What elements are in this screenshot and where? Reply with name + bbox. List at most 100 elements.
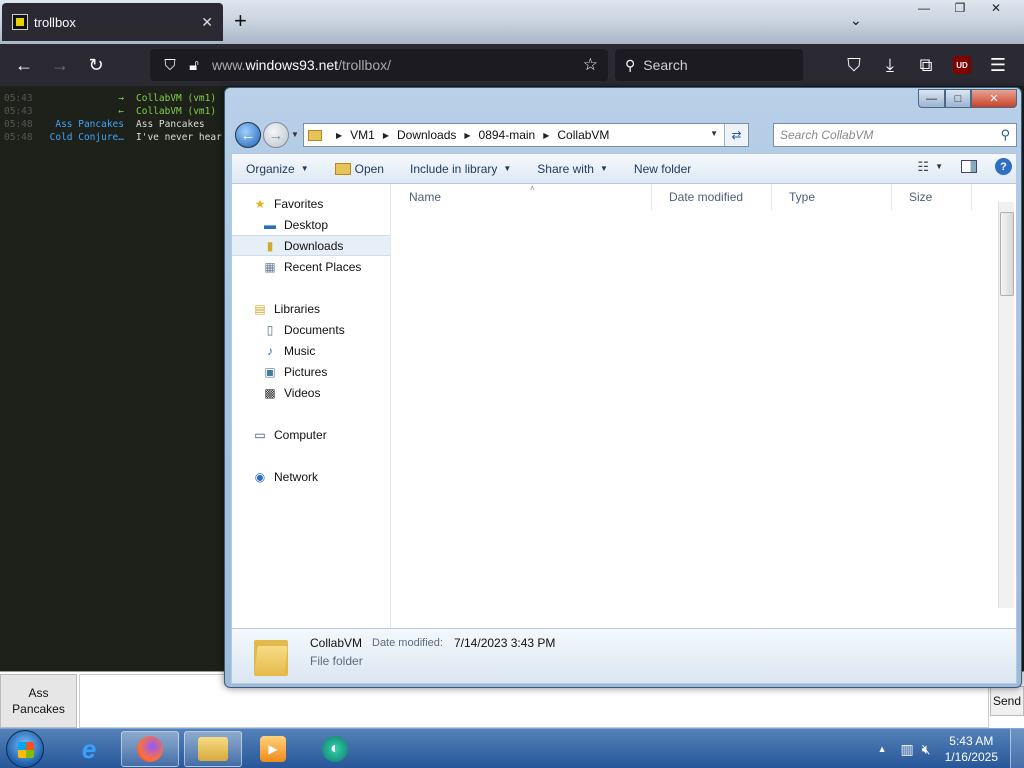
include-in-library-menu[interactable]: Include in library ▼ bbox=[396, 154, 523, 183]
browser-tab[interactable]: trollbox ✕ bbox=[2, 3, 223, 41]
shield-icon[interactable]: ⛉ bbox=[158, 57, 182, 74]
browser-close-button[interactable]: ✕ bbox=[978, 0, 1014, 18]
open-button[interactable]: Open bbox=[321, 154, 396, 183]
lock-icon[interactable]: 🔓︎ bbox=[182, 57, 206, 74]
network-tray-icon[interactable]: ▥ bbox=[901, 741, 914, 758]
organize-label: Organize bbox=[246, 161, 295, 176]
message-nick[interactable]: → bbox=[118, 92, 124, 105]
ublock-button[interactable]: UD bbox=[944, 49, 980, 81]
explorer-search-input[interactable]: Search CollabVM ⚲ bbox=[773, 123, 1017, 147]
nav-computer[interactable]: ▭ Computer bbox=[232, 424, 390, 445]
address-dropdown-icon[interactable]: ▼ bbox=[710, 129, 718, 138]
nav-libraries[interactable]: ▤ Libraries bbox=[232, 298, 390, 319]
url-bar[interactable]: ⛉ 🔓︎ www.windows93.net/trollbox/ ☆ bbox=[150, 49, 608, 81]
breadcrumb-chevron-icon[interactable]: ▶ bbox=[336, 131, 342, 140]
organize-menu[interactable]: Organize ▼ bbox=[232, 154, 321, 183]
pocket-icon[interactable]: ⛉ bbox=[836, 49, 872, 81]
vertical-scrollbar[interactable] bbox=[998, 202, 1014, 608]
taskbar-windows-explorer[interactable] bbox=[184, 731, 242, 767]
nav-downloads[interactable]: ▮ Downloads bbox=[232, 235, 390, 256]
explorer-forward-button[interactable]: → bbox=[263, 122, 289, 148]
explorer-body: ★ Favorites ▬ Desktop ▮ Downloads ▦ Rece… bbox=[231, 184, 1017, 628]
nav-label: Documents bbox=[284, 322, 345, 337]
nav-videos[interactable]: ▩ Videos bbox=[232, 382, 390, 403]
browser-toolbar: ← → ↻ ⛉ 🔓︎ www.windows93.net/trollbox/ ☆… bbox=[0, 44, 1024, 86]
breadcrumb-0894-main[interactable]: 0894-main bbox=[479, 128, 536, 142]
back-button[interactable]: ← bbox=[6, 49, 42, 81]
nav-documents[interactable]: ▯ Documents bbox=[232, 319, 390, 340]
address-bar[interactable]: ▶ VM1 ▶ Downloads ▶ 0894-main ▶ CollabVM… bbox=[303, 123, 749, 147]
tab-list-chevron-icon[interactable]: ⌄ bbox=[850, 12, 862, 29]
explorer-minimize-button[interactable]: — bbox=[918, 89, 945, 108]
message-time: 05:48 bbox=[4, 119, 33, 130]
extensions-icon[interactable]: ⧉ bbox=[908, 49, 944, 81]
message-nick[interactable]: Ass Pancakes bbox=[55, 118, 124, 131]
network-icon: ◉ bbox=[254, 469, 266, 484]
taskbar-app[interactable]: ◐ bbox=[306, 731, 364, 767]
chevron-down-icon: ▼ bbox=[503, 164, 512, 173]
hamburger-menu-icon[interactable]: ☰ bbox=[980, 49, 1016, 81]
explorer-back-button[interactable]: ← bbox=[235, 122, 261, 148]
open-folder-icon bbox=[334, 162, 351, 175]
volume-muted-icon[interactable]: 🔇︎ bbox=[922, 741, 931, 758]
internet-explorer-icon: e bbox=[81, 733, 97, 764]
preview-pane-icon[interactable] bbox=[961, 160, 977, 173]
scrollbar-thumb[interactable] bbox=[1000, 212, 1014, 296]
nav-music[interactable]: ♪ Music bbox=[232, 340, 390, 361]
nav-pictures[interactable]: ▣ Pictures bbox=[232, 361, 390, 382]
nav-recent-places[interactable]: ▦ Recent Places bbox=[232, 256, 390, 277]
nav-desktop[interactable]: ▬ Desktop bbox=[232, 214, 390, 235]
breadcrumb-chevron-icon[interactable]: ▶ bbox=[543, 131, 549, 140]
explorer-maximize-button[interactable]: □ bbox=[945, 89, 971, 108]
windows-logo-icon bbox=[18, 742, 34, 758]
music-icon: ♪ bbox=[267, 343, 273, 358]
view-options-dropdown-icon[interactable]: ▼ bbox=[935, 162, 943, 171]
send-button[interactable]: Send bbox=[990, 686, 1024, 716]
share-with-menu[interactable]: Share with ▼ bbox=[523, 154, 620, 183]
taskbar-firefox[interactable] bbox=[121, 731, 179, 767]
column-header-type[interactable]: Type bbox=[772, 184, 892, 210]
nav-favorites[interactable]: ★ Favorites bbox=[232, 193, 390, 214]
reload-button[interactable]: ↻ bbox=[78, 49, 114, 81]
browser-minimize-button[interactable]: — bbox=[906, 0, 942, 18]
url-text: www.windows93.net/trollbox/ bbox=[212, 57, 391, 73]
column-header-name[interactable]: Name bbox=[392, 184, 652, 210]
tab-close-icon[interactable]: ✕ bbox=[201, 14, 213, 31]
breadcrumb-collabvm[interactable]: CollabVM bbox=[557, 128, 609, 142]
message-time: 05:43 bbox=[4, 106, 33, 117]
taskbar-internet-explorer[interactable]: e bbox=[60, 731, 118, 767]
new-folder-button[interactable]: New folder bbox=[620, 154, 703, 183]
breadcrumb-downloads[interactable]: Downloads bbox=[397, 128, 456, 142]
browser-search-box[interactable]: ⚲ Search bbox=[615, 49, 803, 81]
help-icon[interactable]: ? bbox=[995, 158, 1012, 175]
show-hidden-icons-icon[interactable]: ▲ bbox=[878, 744, 887, 754]
clock[interactable]: 5:43 AM 1/16/2025 bbox=[945, 733, 998, 765]
breadcrumb-chevron-icon[interactable]: ▶ bbox=[383, 131, 389, 140]
chat-message: 05:43 ← CollabVM (vm1) bbox=[0, 105, 226, 118]
start-button[interactable] bbox=[6, 730, 44, 768]
browser-restore-button[interactable]: ❐ bbox=[942, 0, 978, 18]
message-nick[interactable]: Cold Conjure… bbox=[50, 131, 124, 144]
forward-button[interactable]: → bbox=[42, 49, 78, 81]
downloads-icon[interactable]: ⤓ bbox=[872, 49, 908, 81]
taskbar-media-player[interactable]: ▶ bbox=[244, 731, 302, 767]
bookmark-star-icon[interactable]: ☆ bbox=[583, 55, 598, 75]
refresh-icon[interactable]: ⇄ bbox=[724, 124, 748, 146]
breadcrumb-vm1[interactable]: VM1 bbox=[350, 128, 375, 142]
change-view-icon[interactable]: ☷ bbox=[917, 159, 929, 175]
show-desktop-button[interactable] bbox=[1010, 729, 1024, 768]
message-nick[interactable]: ← bbox=[118, 105, 124, 118]
new-tab-button[interactable]: + bbox=[234, 10, 247, 32]
nickname-button[interactable]: Ass Pancakes bbox=[0, 674, 77, 728]
recent-places-icon: ▦ bbox=[264, 259, 276, 274]
recent-locations-dropdown-icon[interactable]: ▼ bbox=[291, 130, 299, 139]
explorer-close-button[interactable]: ✕ bbox=[971, 89, 1017, 108]
breadcrumb-chevron-icon[interactable]: ▶ bbox=[464, 131, 470, 140]
search-icon[interactable]: ⚲ bbox=[1000, 127, 1010, 143]
nav-network[interactable]: ◉ Network bbox=[232, 466, 390, 487]
message-text: CollabVM (vm1) bbox=[136, 93, 217, 104]
column-header-date-modified[interactable]: Date modified bbox=[652, 184, 772, 210]
file-list-pane[interactable]: Name Date modified Type Size ˄ bbox=[392, 184, 1016, 628]
column-header-size[interactable]: Size bbox=[892, 184, 972, 210]
new-folder-label: New folder bbox=[633, 161, 692, 176]
